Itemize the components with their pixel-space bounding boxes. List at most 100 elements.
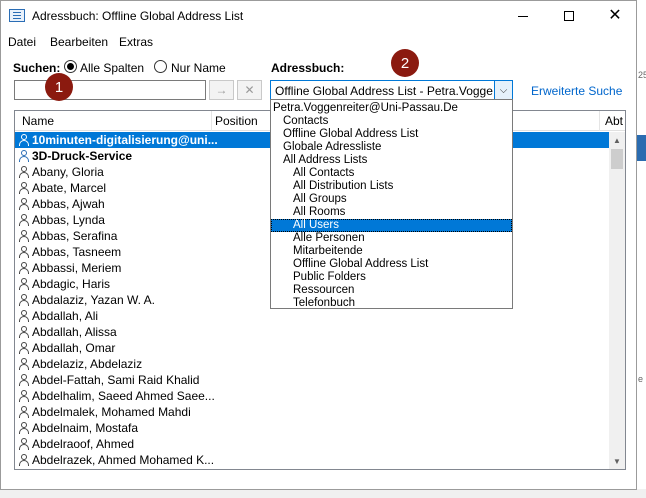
- addressbook-dropdown-list: Petra.Voggenreiter@Uni-Passau.De Contacts…: [270, 99, 513, 309]
- group-icon: [19, 150, 29, 162]
- minimize-button[interactable]: [500, 1, 546, 31]
- person-icon: [19, 310, 29, 322]
- address-book-icon: [9, 9, 25, 22]
- list-item-name: 3D-Druck-Service: [32, 149, 133, 163]
- dropdown-option[interactable]: All Address Lists: [271, 154, 512, 167]
- vertical-scrollbar[interactable]: ▲ ▼: [609, 132, 625, 469]
- dropdown-option[interactable]: All Distribution Lists: [271, 180, 512, 193]
- list-item[interactable]: Abdallah, Omar: [15, 340, 609, 356]
- dropdown-option[interactable]: Mitarbeitende: [271, 245, 512, 258]
- group-icon: [19, 134, 29, 146]
- list-item-name: Abdelhalim, Saeed Ahmed Saee...: [32, 389, 215, 403]
- dropdown-option[interactable]: Offline Global Address List: [271, 258, 512, 271]
- person-icon: [19, 438, 29, 450]
- callout-badge-1: 1: [45, 73, 73, 101]
- list-item-name: Abdel-Fattah, Sami Raid Khalid: [32, 373, 200, 387]
- list-item-name: Abbas, Serafina: [32, 229, 118, 243]
- list-item-name: Abdelaziz, Abdelaziz: [32, 357, 143, 371]
- address-book-window: Adressbuch: Offline Global Address List …: [0, 0, 637, 490]
- search-clear-button[interactable]: ✕: [237, 80, 262, 100]
- list-item[interactable]: Abdelmalek, Mohamed Mahdi: [15, 404, 609, 420]
- person-icon: [19, 294, 29, 306]
- list-item[interactable]: Abdelrazek, Ahmed Mohamed K...: [15, 452, 609, 468]
- person-icon: [19, 326, 29, 338]
- list-item[interactable]: Abdelaziz, Abdelaziz: [15, 356, 609, 372]
- list-item[interactable]: Abdallah, Ali: [15, 308, 609, 324]
- search-input[interactable]: [14, 80, 206, 100]
- list-item[interactable]: Abdallah, Alissa: [15, 324, 609, 340]
- dropdown-option[interactable]: Offline Global Address List: [271, 128, 512, 141]
- radio-all-columns-label[interactable]: Alle Spalten: [80, 61, 144, 75]
- scroll-thumb[interactable]: [611, 149, 623, 169]
- person-icon: [19, 214, 29, 226]
- person-icon: [19, 374, 29, 386]
- column-header-name[interactable]: Name: [22, 114, 54, 128]
- maximize-button[interactable]: [546, 1, 592, 31]
- list-item-name: Abbas, Tasneem: [32, 245, 122, 259]
- person-icon: [19, 390, 29, 402]
- dropdown-option[interactable]: Alle Personen: [271, 232, 512, 245]
- dropdown-option[interactable]: Telefonbuch: [271, 297, 512, 310]
- scroll-down-icon[interactable]: ▼: [609, 453, 625, 469]
- list-item-name: Abbassi, Meriem: [32, 261, 122, 275]
- column-header-department[interactable]: Abt: [605, 114, 623, 128]
- menu-datei[interactable]: Datei: [8, 35, 36, 49]
- addressbook-selected-value: Offline Global Address List - Petra.Vogg…: [275, 84, 493, 98]
- arrow-right-icon: →: [215, 83, 228, 97]
- radio-name-only-label[interactable]: Nur Name: [171, 61, 226, 75]
- dropdown-option[interactable]: Globale Adressliste: [271, 141, 512, 154]
- advanced-search-link[interactable]: Erweiterte Suche: [531, 84, 622, 98]
- list-item[interactable]: Abdelraoof, Ahmed: [15, 436, 609, 452]
- background-text: 25: [638, 70, 646, 80]
- list-item[interactable]: Abdelnaim, Mostafa: [15, 420, 609, 436]
- person-icon: [19, 278, 29, 290]
- search-go-button[interactable]: →: [209, 80, 234, 100]
- person-icon: [19, 262, 29, 274]
- person-icon: [19, 246, 29, 258]
- list-item-name: Abdelmalek, Mohamed Mahdi: [32, 405, 191, 419]
- dropdown-option[interactable]: Public Folders: [271, 271, 512, 284]
- person-icon: [19, 230, 29, 242]
- menu-extras[interactable]: Extras: [119, 35, 153, 49]
- list-item-name: Abbas, Ajwah: [32, 197, 105, 211]
- chevron-down-icon[interactable]: ⌵: [494, 81, 512, 100]
- radio-name-only[interactable]: [154, 60, 167, 73]
- list-item-name: 10minuten-digitalisierung@uni...: [32, 133, 218, 147]
- person-icon: [19, 182, 29, 194]
- dropdown-option[interactable]: Ressourcen: [271, 284, 512, 297]
- menu-bearbeiten[interactable]: Bearbeiten: [50, 35, 108, 49]
- list-item-name: Abdelnaim, Mostafa: [32, 421, 139, 435]
- background-bottom-strip: [0, 489, 646, 498]
- list-item-name: Abdagic, Haris: [32, 277, 111, 291]
- list-item-name: Abdallah, Alissa: [32, 325, 117, 339]
- column-divider[interactable]: [211, 111, 212, 131]
- minimize-icon: [518, 15, 528, 17]
- dropdown-option[interactable]: Contacts: [271, 115, 512, 128]
- window-title: Adressbuch: Offline Global Address List: [32, 9, 244, 23]
- dropdown-option[interactable]: All Contacts: [271, 167, 512, 180]
- person-icon: [19, 198, 29, 210]
- person-icon: [19, 406, 29, 418]
- dropdown-option[interactable]: All Users: [271, 219, 512, 232]
- list-item[interactable]: Abdel-Fattah, Sami Raid Khalid: [15, 372, 609, 388]
- background-text: e: [638, 374, 644, 384]
- list-item-name: Abate, Marcel: [32, 181, 107, 195]
- dropdown-option[interactable]: Petra.Voggenreiter@Uni-Passau.De: [271, 102, 512, 115]
- list-item-name: Abdelraoof, Ahmed: [32, 437, 135, 451]
- list-item-name: Abbas, Lynda: [32, 213, 105, 227]
- maximize-icon: [564, 11, 574, 21]
- dropdown-option[interactable]: All Rooms: [271, 206, 512, 219]
- callout-badge-2: 2: [391, 49, 419, 77]
- close-button[interactable]: ✕: [592, 1, 638, 31]
- addressbook-select[interactable]: Offline Global Address List - Petra.Vogg…: [270, 80, 513, 101]
- scroll-up-icon[interactable]: ▲: [609, 132, 625, 148]
- dropdown-option[interactable]: All Groups: [271, 193, 512, 206]
- radio-all-columns[interactable]: [64, 60, 77, 73]
- title-bar: Adressbuch: Offline Global Address List …: [1, 1, 636, 31]
- column-header-position[interactable]: Position: [215, 114, 258, 128]
- list-item-name: Abany, Gloria: [32, 165, 104, 179]
- column-divider[interactable]: [599, 111, 600, 131]
- background-highlight: [637, 135, 646, 161]
- list-item[interactable]: Abdelhalim, Saeed Ahmed Saee...: [15, 388, 609, 404]
- person-icon: [19, 342, 29, 354]
